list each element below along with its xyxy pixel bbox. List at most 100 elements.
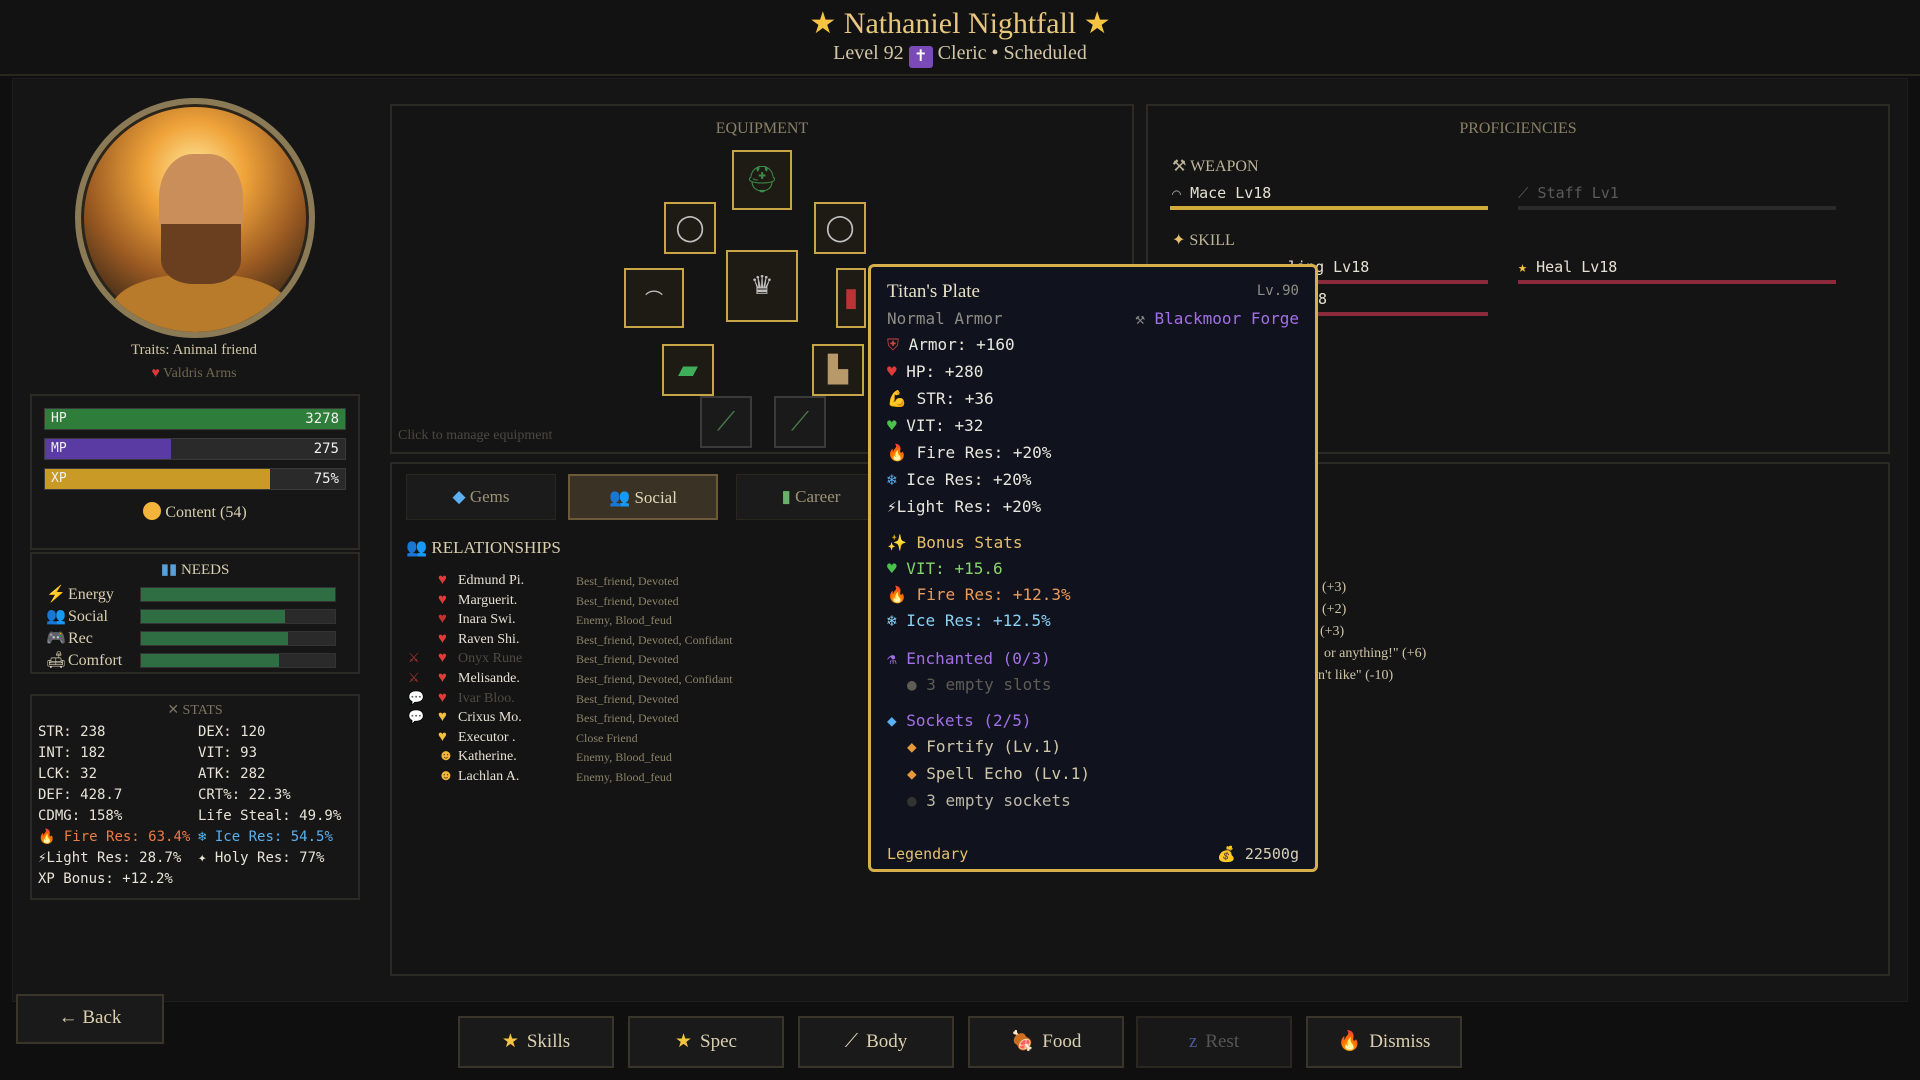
affiliation-name: Valdris Arms <box>163 366 237 381</box>
dismiss-button[interactable]: 🔥 Dismiss <box>1306 1016 1462 1068</box>
wand-icon: ⟋ <box>790 407 810 437</box>
item-name: Titan's Plate <box>887 281 980 302</box>
empty-slot-icon: ● <box>907 791 917 810</box>
ring-left-slot[interactable]: ◯ <box>664 202 716 254</box>
back-button[interactable]: ← Back <box>16 994 164 1044</box>
food-button-label: Food <box>1042 1031 1082 1052</box>
needs-title: ▮▮ NEEDS <box>32 560 358 579</box>
xp-label: XP <box>51 471 67 486</box>
affinity-icon: ☻ <box>438 768 454 784</box>
need-label-text: Comfort <box>68 652 123 669</box>
tab-social[interactable]: 👥 Social <box>568 474 718 520</box>
ring-right-slot[interactable]: ◯ <box>814 202 866 254</box>
heal-progress <box>1518 280 1836 284</box>
relationship-name: Melisande. <box>458 671 520 686</box>
gloves-slot[interactable]: ▰ <box>662 344 714 396</box>
orange-gem-icon: ◆ <box>907 737 917 756</box>
tab-career[interactable]: ▮ Career <box>736 474 886 520</box>
affinity-icon: ♥ <box>438 728 447 745</box>
item-tooltip: Titan's Plate Lv.90 Normal Armor ⚒ Black… <box>868 264 1318 872</box>
wand-icon: ⟋ <box>844 1031 859 1052</box>
tab-gems[interactable]: ◆ Gems <box>406 474 556 520</box>
opinion-line-3: (+3) <box>1320 624 1345 639</box>
relationships-title: 👥 RELATIONSHIPS <box>406 538 561 558</box>
header-bar: ★ Nathaniel Nightfall ★ Level 92 ✝ Cleri… <box>0 0 1920 76</box>
hammer-icon: ⚒ <box>1172 158 1187 175</box>
affinity-icon: ♥ <box>438 630 447 647</box>
helmet-slot[interactable]: ⛑ <box>732 150 792 210</box>
relationship-tags: Best_friend, Devoted, Confidant <box>576 672 733 686</box>
sparkle-icon: ✨ <box>887 533 907 552</box>
staff-icon: ⟋ <box>1518 184 1529 202</box>
item-type: Normal Armor <box>887 309 1003 328</box>
shield-icon: ▮ <box>843 283 859 313</box>
relationship-name: Inara Swi. <box>458 612 516 628</box>
stat-life-steal: Life Steal: 49.9% <box>198 808 342 824</box>
hero-name-title: ★ Nathaniel Nightfall ★ <box>0 6 1920 41</box>
stats-panel: ✕ STATS STR: 238 DEX: 120 INT: 182 VIT: … <box>30 694 360 900</box>
affinity-icon: ♥ <box>438 689 447 706</box>
snowflake-icon: ❄ <box>887 470 897 489</box>
armor-slot[interactable]: ♛ <box>726 250 798 322</box>
relationship-tags: Enemy, Blood_feud <box>576 750 672 765</box>
stat-fire-res-text: Fire Res: +20% <box>916 443 1052 462</box>
heart-icon: ♥ <box>151 366 160 381</box>
body-button[interactable]: ⟋ Body <box>798 1016 954 1068</box>
star-icon: ★ <box>501 1031 519 1052</box>
stat-str-text: STR: +36 <box>916 389 994 408</box>
coin-bag-icon: 💰 <box>1217 845 1236 863</box>
xp-bar: XP 75% <box>44 468 346 490</box>
accessory-slot-1[interactable]: ⟋ <box>700 396 752 448</box>
crossed-swords-icon: ✕ <box>167 703 180 718</box>
affinity-icon: ♥ <box>438 572 447 588</box>
relationship-tags: Enemy, Blood_feud <box>576 613 672 628</box>
item-level: Lv.90 <box>1256 283 1299 299</box>
empty-slot-icon: ● <box>907 675 917 694</box>
rest-button[interactable]: z Rest <box>1136 1016 1292 1068</box>
potion-icon: ⚗ <box>887 649 897 668</box>
stat-def: DEF: 428.7 <box>38 787 123 803</box>
stats-title-text: STATS <box>182 703 223 718</box>
need-row-energy: ⚡ Energy <box>46 584 350 604</box>
stat-light-res-text: Light Res: 28.7% <box>46 850 182 866</box>
mace-progress <box>1170 206 1488 210</box>
mace-icon: ⌒ <box>1172 184 1182 202</box>
skills-button[interactable]: ★ Skills <box>458 1016 614 1068</box>
mace-icon: ⌒ <box>645 290 663 311</box>
stat-hp: ♥ HP: +280 <box>887 362 983 381</box>
boots-icon: ▙ <box>828 355 848 385</box>
stat-str: STR: 238 <box>38 724 106 740</box>
relationship-name: Lachlan A. <box>458 769 520 784</box>
need-icon: 🛋 <box>46 652 67 669</box>
opinion-line-1: (+3) <box>1322 580 1347 595</box>
xp-value: 75% <box>313 471 339 487</box>
lightning-icon: ⚡ <box>887 497 897 516</box>
item-forge: ⚒ Blackmoor Forge <box>1135 309 1299 328</box>
boots-slot[interactable]: ▙ <box>812 344 864 396</box>
hammer-icon: ⚒ <box>1135 309 1145 328</box>
tab-social-label: Social <box>634 488 677 507</box>
relationship-name: Marguerit. <box>458 592 518 608</box>
spec-button[interactable]: ★ Spec <box>628 1016 784 1068</box>
bonus-fire-res: 🔥 Fire Res: +12.3% <box>887 585 1071 604</box>
stat-light-res-text: Light Res: +20% <box>896 497 1042 516</box>
stat-ice-res: ❄ Ice Res: +20% <box>887 470 1032 489</box>
relationship-tags: Enemy, Blood_feud <box>576 770 672 784</box>
stat-ice-res-text: Ice Res: 54.5% <box>214 829 333 845</box>
relationship-name: Raven Shi. <box>458 631 520 647</box>
need-row-comfort: 🛋 Comfort <box>46 650 350 670</box>
mp-label: MP <box>51 441 67 456</box>
stat-cdmg: CDMG: 158% <box>38 808 123 824</box>
need-icon: ⚡ <box>46 586 66 603</box>
rest-button-label: Rest <box>1205 1031 1240 1052</box>
weapon-slot[interactable]: ⌒ <box>624 268 684 328</box>
heal-proficiency-text: Heal Lv18 <box>1536 258 1618 276</box>
snowflake-icon: ❄ <box>198 829 207 845</box>
accessory-slot-2[interactable]: ⟋ <box>774 396 826 448</box>
stat-str: 💪 STR: +36 <box>887 389 994 408</box>
hero-class-status: Cleric • Scheduled <box>937 42 1087 64</box>
item-forge-text: Blackmoor Forge <box>1154 309 1300 328</box>
offhand-slot[interactable]: ▮ <box>836 268 866 328</box>
heal-proficiency: ★ Heal Lv18 <box>1518 258 1617 276</box>
food-button[interactable]: 🍖 Food <box>968 1016 1124 1068</box>
